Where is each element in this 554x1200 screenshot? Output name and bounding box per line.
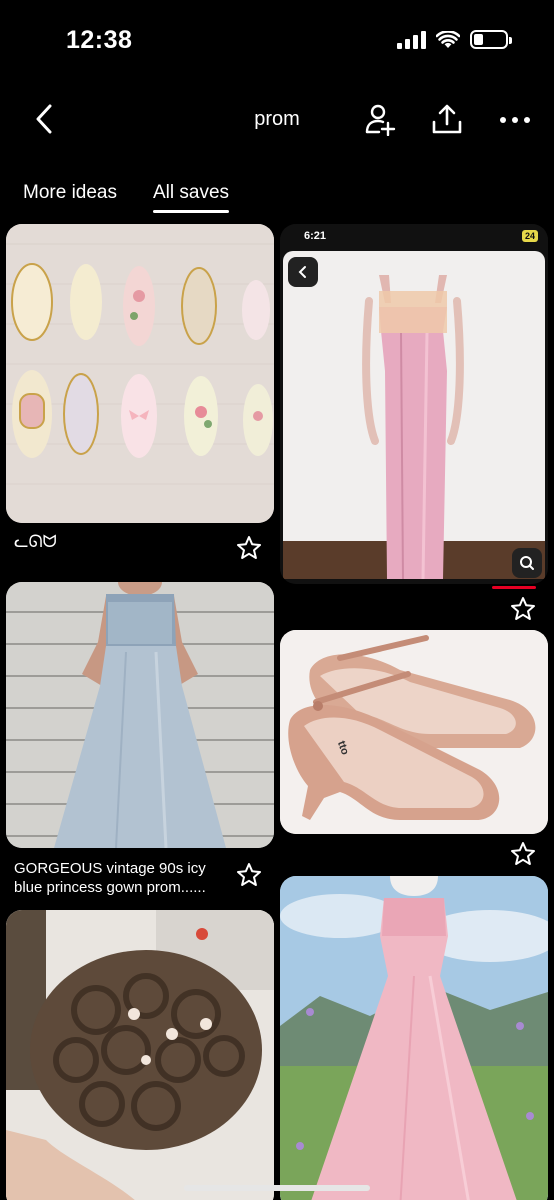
pin-image-curled-updo[interactable]	[6, 910, 274, 1200]
pin-caption-icy-blue-gown: GORGEOUS vintage 90s icy blue princess g…	[14, 860, 206, 896]
status-icons	[397, 30, 512, 49]
search-icon	[520, 556, 534, 570]
back-chevron-icon	[298, 266, 306, 278]
star-icon[interactable]	[236, 862, 262, 888]
pink-heels-image	[280, 630, 548, 834]
board-header: prom	[0, 96, 554, 144]
board-tabs: More ideas All saves	[23, 182, 230, 213]
pink-satin-dress-image	[283, 251, 545, 579]
battery-icon	[470, 30, 512, 49]
tab-more-ideas[interactable]: More ideas	[23, 182, 117, 213]
inner-status-bar: 6:21 24	[280, 224, 548, 250]
back-button[interactable]	[288, 257, 318, 287]
home-indicator	[184, 1185, 370, 1191]
cellular-signal-icon	[397, 30, 426, 49]
inner-battery-icon: 24	[521, 230, 538, 242]
pin-image-pink-heels[interactable]: tto	[280, 630, 548, 834]
star-icon[interactable]	[510, 841, 536, 867]
tab-all-saves[interactable]: All saves	[153, 182, 230, 213]
progress-indicator	[492, 586, 536, 589]
pin-caption-nails: ᓚᘏᗢ	[14, 532, 57, 551]
pink-strapless-gown-image	[280, 876, 548, 1200]
nails-image	[6, 224, 274, 523]
more-options-icon[interactable]	[498, 102, 532, 136]
status-time: 12:38	[66, 26, 133, 54]
add-collaborator-icon[interactable]	[362, 102, 396, 136]
inner-status-time: 6:21	[304, 230, 327, 242]
share-icon[interactable]	[430, 102, 464, 136]
visual-search-button[interactable]	[512, 548, 542, 578]
pin-image-pink-satin-dress[interactable]: 6:21 24	[280, 224, 548, 584]
pin-image-icy-blue-gown[interactable]	[6, 582, 274, 848]
star-icon[interactable]	[510, 596, 536, 622]
icy-blue-gown-image	[6, 582, 274, 848]
wifi-icon	[436, 30, 460, 48]
pin-image-pink-strapless-gown[interactable]	[280, 876, 548, 1200]
pin-image-nails[interactable]	[6, 224, 274, 523]
curled-updo-image	[6, 910, 274, 1200]
board-title: prom	[254, 108, 300, 130]
status-bar: 12:38	[0, 0, 554, 80]
star-icon[interactable]	[236, 535, 262, 561]
